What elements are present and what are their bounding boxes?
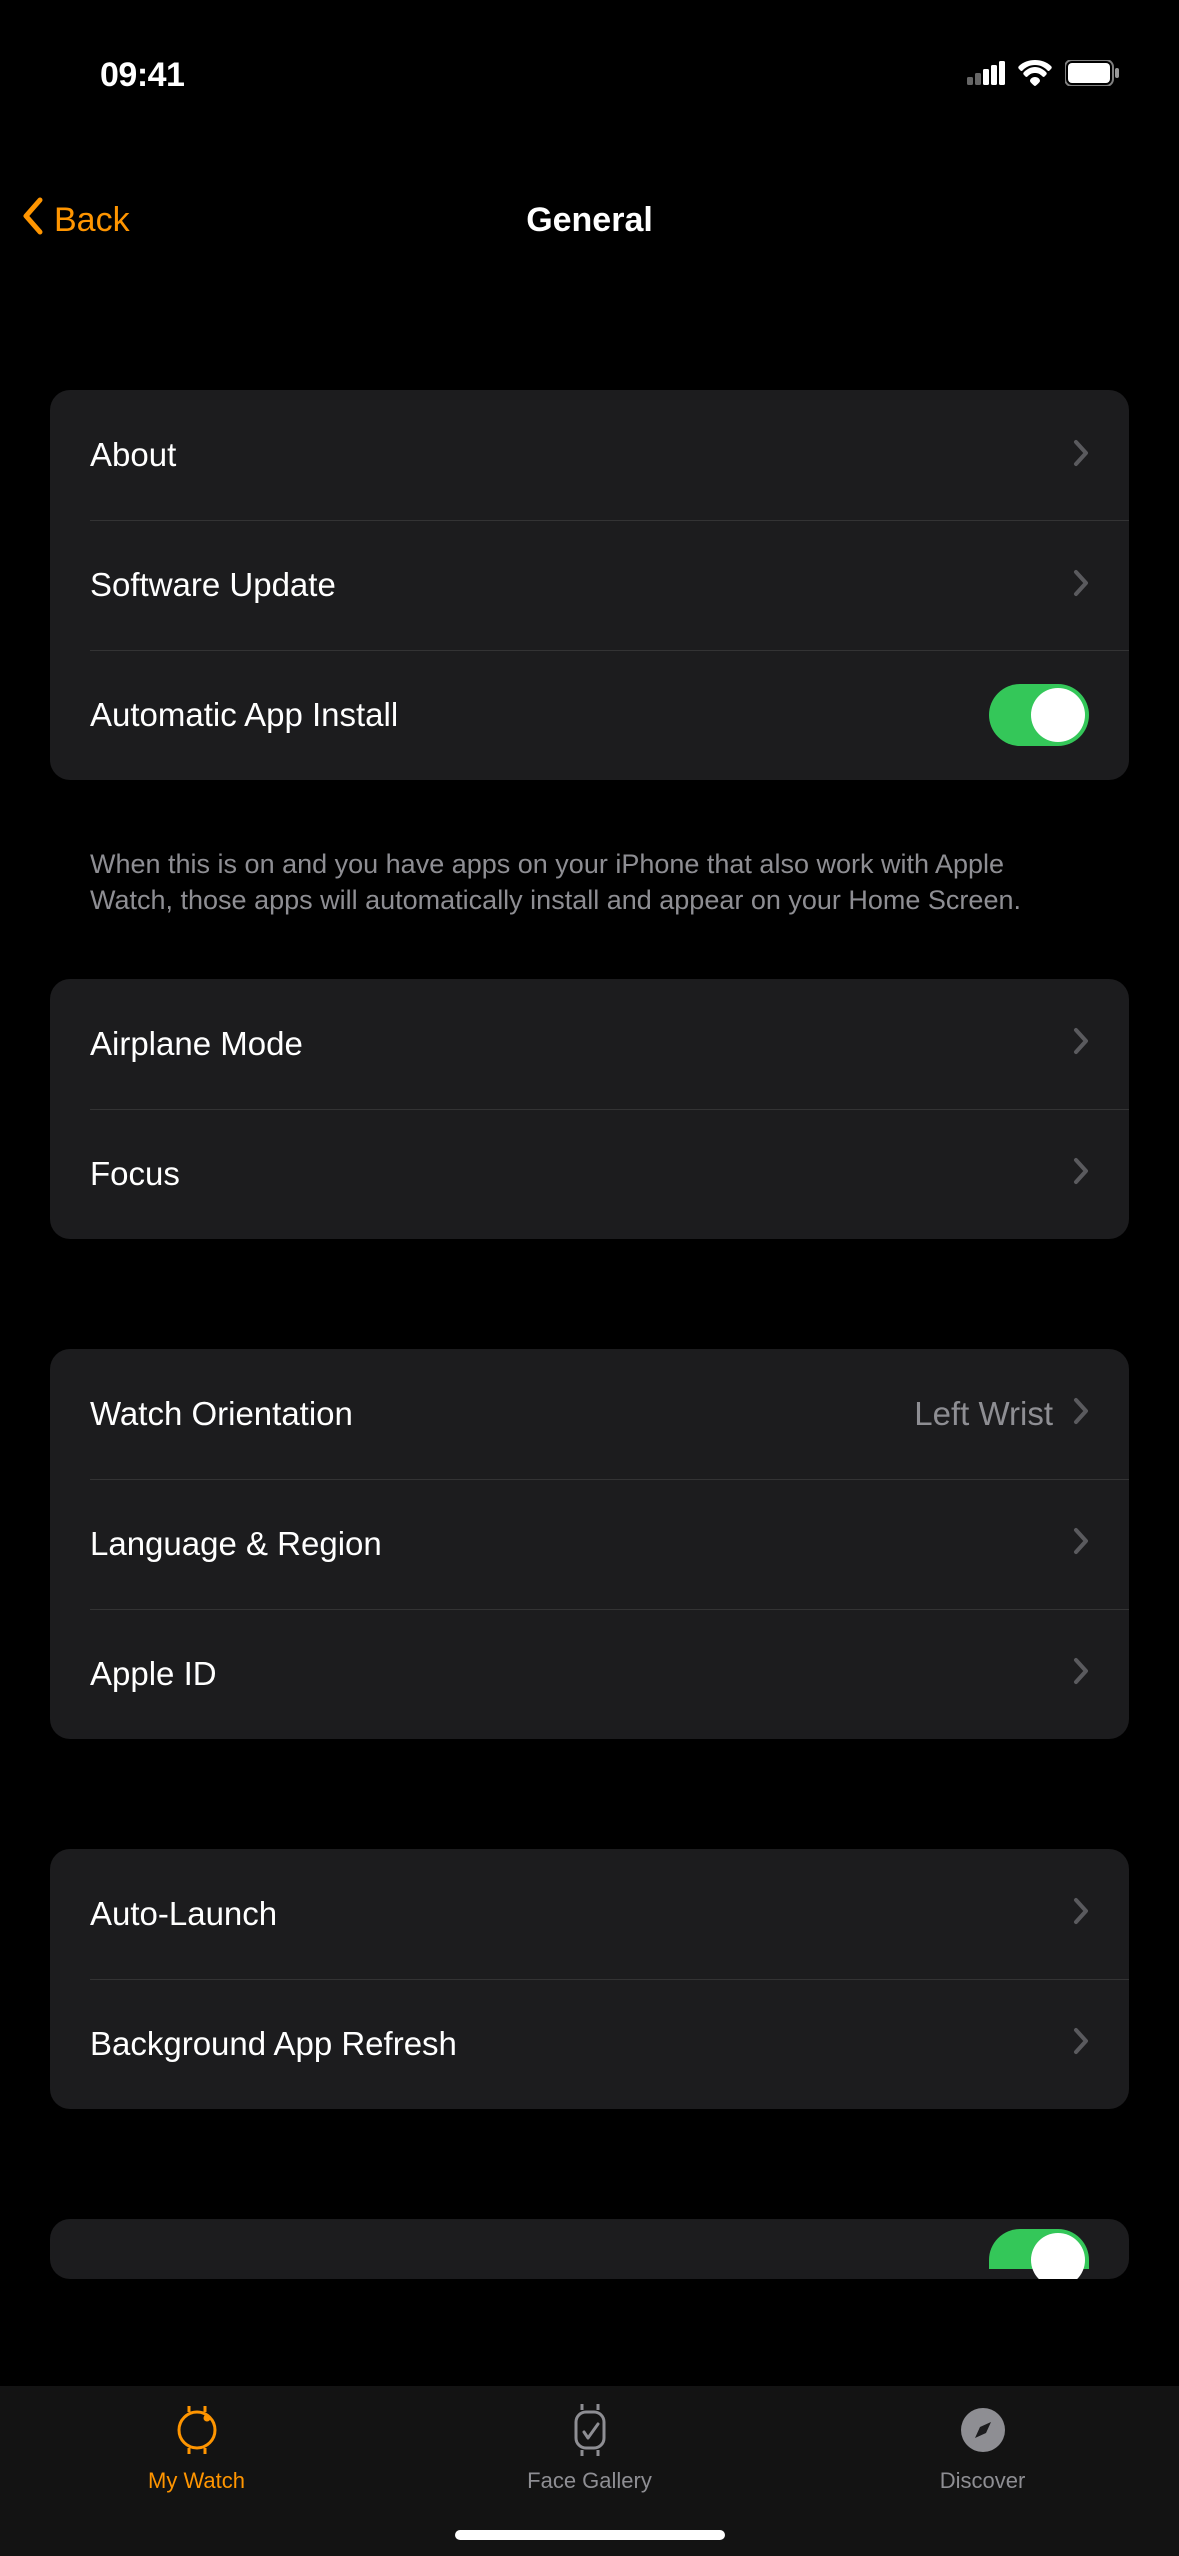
automatic-app-install-toggle[interactable]	[989, 684, 1089, 746]
chevron-right-icon	[1073, 1527, 1089, 1560]
software-update-label: Software Update	[90, 566, 336, 604]
chevron-right-icon	[1073, 1657, 1089, 1690]
back-button[interactable]: Back	[20, 196, 130, 245]
watch-orientation-row[interactable]: Watch Orientation Left Wrist	[50, 1349, 1129, 1479]
status-bar: 09:41	[0, 20, 1179, 130]
chevron-right-icon	[1073, 2027, 1089, 2060]
tab-bar: My Watch Face Gallery Discover	[0, 2386, 1179, 2556]
about-row[interactable]: About	[50, 390, 1129, 520]
chevron-right-icon	[1073, 1027, 1089, 1060]
airplane-mode-row[interactable]: Airplane Mode	[50, 979, 1129, 1109]
watch-orientation-label: Watch Orientation	[90, 1395, 353, 1433]
settings-group-5-partial	[50, 2219, 1129, 2279]
auto-launch-label: Auto-Launch	[90, 1895, 277, 1933]
settings-group-4: Auto-Launch Background App Refresh	[50, 1849, 1129, 2109]
chevron-right-icon	[1073, 1897, 1089, 1930]
tab-face-gallery-label: Face Gallery	[527, 2468, 652, 2494]
status-icons	[967, 60, 1119, 91]
chevron-left-icon	[20, 196, 44, 245]
battery-icon	[1065, 60, 1119, 91]
cellular-signal-icon	[967, 61, 1005, 90]
enable-dictation-toggle[interactable]	[989, 2229, 1089, 2269]
focus-label: Focus	[90, 1155, 180, 1193]
about-label: About	[90, 436, 176, 474]
language-region-label: Language & Region	[90, 1525, 382, 1563]
navigation-bar: Back General	[0, 170, 1179, 270]
back-label: Back	[54, 201, 130, 240]
tab-my-watch-label: My Watch	[148, 2468, 245, 2494]
tab-face-gallery[interactable]: Face Gallery	[395, 2402, 784, 2494]
focus-row[interactable]: Focus	[50, 1109, 1129, 1239]
chevron-right-icon	[1073, 1397, 1089, 1430]
background-app-refresh-label: Background App Refresh	[90, 2025, 457, 2063]
wifi-icon	[1017, 60, 1053, 91]
settings-group-3: Watch Orientation Left Wrist Language & …	[50, 1349, 1129, 1739]
settings-group-2: Airplane Mode Focus	[50, 979, 1129, 1239]
tab-discover-label: Discover	[940, 2468, 1026, 2494]
watch-orientation-value: Left Wrist	[914, 1395, 1053, 1433]
language-region-row[interactable]: Language & Region	[50, 1479, 1129, 1609]
settings-group-1: About Software Update Automatic App Inst…	[50, 390, 1129, 780]
watch-face-icon	[562, 2402, 618, 2458]
software-update-row[interactable]: Software Update	[50, 520, 1129, 650]
airplane-mode-label: Airplane Mode	[90, 1025, 303, 1063]
group-1-footer: When this is on and you have apps on you…	[50, 830, 1129, 919]
page-title: General	[526, 201, 653, 240]
chevron-right-icon	[1073, 439, 1089, 472]
apple-id-row[interactable]: Apple ID	[50, 1609, 1129, 1739]
chevron-right-icon	[1073, 1157, 1089, 1190]
compass-icon	[955, 2402, 1011, 2458]
apple-id-label: Apple ID	[90, 1655, 217, 1693]
tab-my-watch[interactable]: My Watch	[2, 2402, 391, 2494]
content-scroll[interactable]: About Software Update Automatic App Inst…	[0, 270, 1179, 2386]
home-indicator[interactable]	[455, 2530, 725, 2540]
automatic-app-install-row: Automatic App Install	[50, 650, 1129, 780]
chevron-right-icon	[1073, 569, 1089, 602]
tab-discover[interactable]: Discover	[788, 2402, 1177, 2494]
background-app-refresh-row[interactable]: Background App Refresh	[50, 1979, 1129, 2109]
enable-dictation-row-partial[interactable]	[50, 2219, 1129, 2279]
watch-icon	[169, 2402, 225, 2458]
automatic-app-install-label: Automatic App Install	[90, 696, 398, 734]
auto-launch-row[interactable]: Auto-Launch	[50, 1849, 1129, 1979]
status-time: 09:41	[100, 56, 184, 95]
